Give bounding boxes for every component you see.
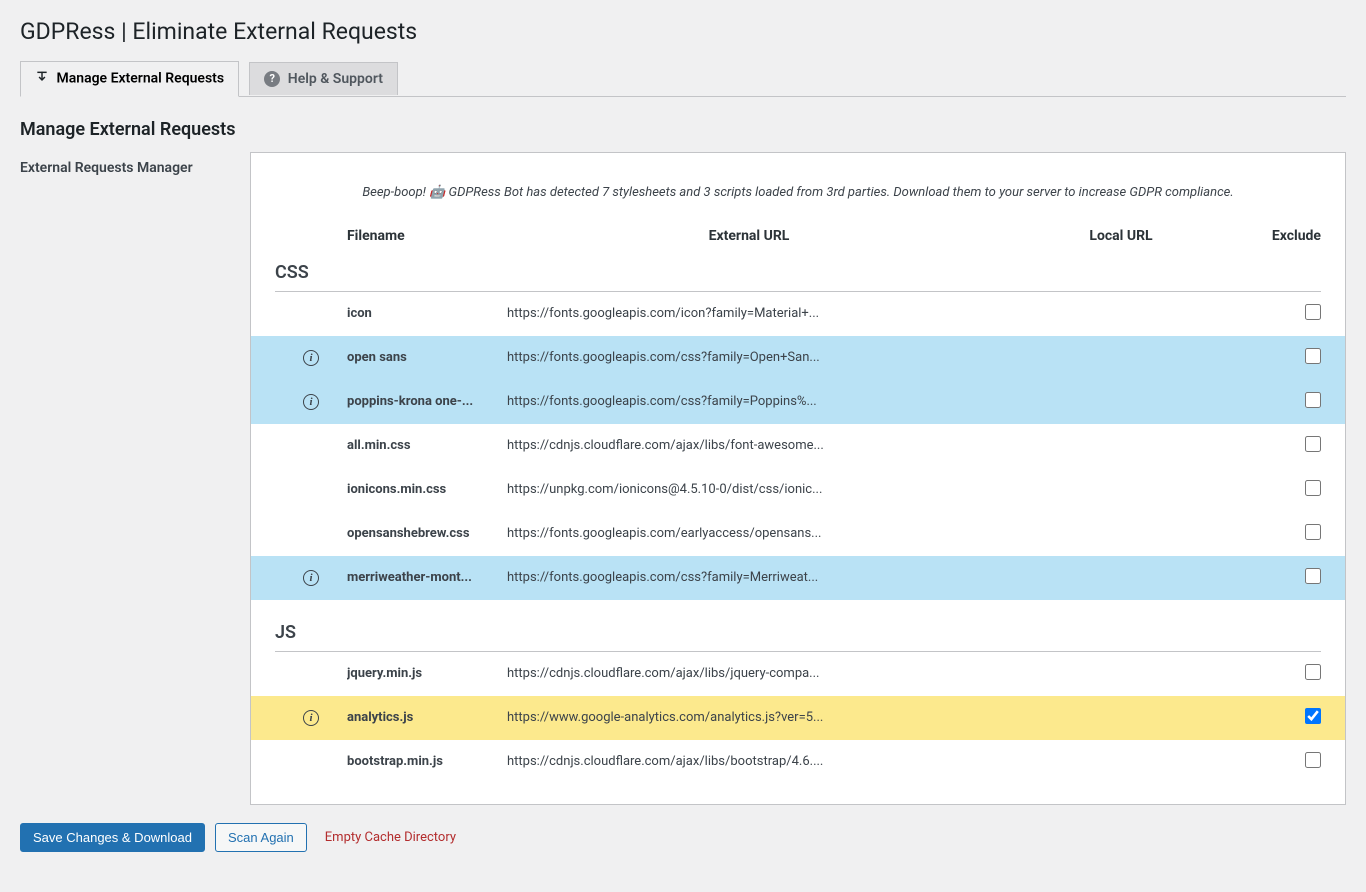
exclude-checkbox[interactable] bbox=[1305, 664, 1321, 680]
download-icon bbox=[35, 70, 49, 88]
cell-external-url: https://fonts.googleapis.com/css?family=… bbox=[507, 350, 991, 365]
cell-filename: ionicons.min.css bbox=[347, 482, 507, 497]
empty-cache-link[interactable]: Empty Cache Directory bbox=[325, 830, 456, 845]
section-title: Manage External Requests bbox=[20, 119, 1346, 140]
exclude-checkbox[interactable] bbox=[1305, 480, 1321, 496]
cell-external-url: https://unpkg.com/ionicons@4.5.10-0/dist… bbox=[507, 482, 991, 497]
table-row: bootstrap.min.jshttps://cdnjs.cloudflare… bbox=[251, 740, 1345, 784]
cell-filename: poppins-krona one-... bbox=[347, 394, 507, 409]
info-icon[interactable]: i bbox=[303, 570, 319, 586]
col-header-external-url: External URL bbox=[507, 228, 991, 244]
exclude-checkbox[interactable] bbox=[1305, 304, 1321, 320]
col-header-filename: Filename bbox=[347, 228, 507, 244]
table-row: all.min.csshttps://cdnjs.cloudflare.com/… bbox=[251, 424, 1345, 468]
table-row: iconhttps://fonts.googleapis.com/icon?fa… bbox=[251, 292, 1345, 336]
cell-filename: open sans bbox=[347, 350, 507, 365]
exclude-checkbox[interactable] bbox=[1305, 436, 1321, 452]
intro-text: Beep-boop! 🤖 GDPRess Bot has detected 7 … bbox=[251, 173, 1345, 220]
table-row: i poppins-krona one-...https://fonts.goog… bbox=[251, 380, 1345, 424]
col-header-exclude: Exclude bbox=[1251, 228, 1321, 244]
table-row: ionicons.min.csshttps://unpkg.com/ionico… bbox=[251, 468, 1345, 512]
exclude-checkbox[interactable] bbox=[1305, 392, 1321, 408]
save-button[interactable]: Save Changes & Download bbox=[20, 823, 205, 852]
info-icon[interactable]: i bbox=[303, 350, 319, 366]
cell-external-url: https://fonts.googleapis.com/earlyaccess… bbox=[507, 526, 991, 541]
tab-label: Help & Support bbox=[288, 71, 383, 87]
tab-bar: Manage External Requests ? Help & Suppor… bbox=[20, 51, 1346, 97]
table-row: i analytics.jshttps://www.google-analytic… bbox=[251, 696, 1345, 740]
exclude-checkbox[interactable] bbox=[1305, 752, 1321, 768]
table-row: jquery.min.jshttps://cdnjs.cloudflare.co… bbox=[251, 652, 1345, 696]
tab-help-support[interactable]: ? Help & Support bbox=[249, 62, 398, 95]
page-title: GDPRess | Eliminate External Requests bbox=[20, 8, 1346, 51]
tab-manage-requests[interactable]: Manage External Requests bbox=[20, 61, 239, 97]
table-row: i merriweather-mont...https://fonts.googl… bbox=[251, 556, 1345, 600]
cell-filename: merriweather-mont... bbox=[347, 570, 507, 585]
tab-label: Manage External Requests bbox=[56, 71, 224, 87]
group-title-css: CSS bbox=[275, 252, 1321, 292]
col-header-local-url: Local URL bbox=[991, 228, 1251, 244]
table-row: i open sanshttps://fonts.googleapis.com/c… bbox=[251, 336, 1345, 380]
cell-filename: jquery.min.js bbox=[347, 666, 507, 681]
cell-filename: opensanshebrew.css bbox=[347, 526, 507, 541]
exclude-checkbox[interactable] bbox=[1305, 348, 1321, 364]
cell-external-url: https://cdnjs.cloudflare.com/ajax/libs/b… bbox=[507, 754, 991, 769]
scan-again-button[interactable]: Scan Again bbox=[215, 823, 307, 852]
exclude-checkbox[interactable] bbox=[1305, 568, 1321, 584]
exclude-checkbox[interactable] bbox=[1305, 708, 1321, 724]
cell-external-url: https://cdnjs.cloudflare.com/ajax/libs/j… bbox=[507, 666, 991, 681]
cell-external-url: https://cdnjs.cloudflare.com/ajax/libs/f… bbox=[507, 438, 991, 453]
group-title-js: JS bbox=[275, 600, 1321, 652]
help-icon: ? bbox=[264, 71, 280, 87]
cell-filename: all.min.css bbox=[347, 438, 507, 453]
table-header: Filename External URL Local URL Exclude bbox=[251, 220, 1345, 252]
exclude-checkbox[interactable] bbox=[1305, 524, 1321, 540]
cell-filename: analytics.js bbox=[347, 710, 507, 725]
info-icon[interactable]: i bbox=[303, 710, 319, 726]
cell-external-url: https://fonts.googleapis.com/icon?family… bbox=[507, 306, 991, 321]
table-row: opensanshebrew.csshttps://fonts.googleap… bbox=[251, 512, 1345, 556]
requests-panel: Beep-boop! 🤖 GDPRess Bot has detected 7 … bbox=[250, 152, 1346, 805]
cell-external-url: https://www.google-analytics.com/analyti… bbox=[507, 710, 991, 725]
cell-external-url: https://fonts.googleapis.com/css?family=… bbox=[507, 394, 991, 409]
cell-external-url: https://fonts.googleapis.com/css?family=… bbox=[507, 570, 991, 585]
info-icon[interactable]: i bbox=[303, 394, 319, 410]
actions-bar: Save Changes & Download Scan Again Empty… bbox=[20, 823, 1346, 852]
cell-filename: icon bbox=[347, 306, 507, 321]
settings-label: External Requests Manager bbox=[20, 152, 230, 805]
cell-filename: bootstrap.min.js bbox=[347, 754, 507, 769]
